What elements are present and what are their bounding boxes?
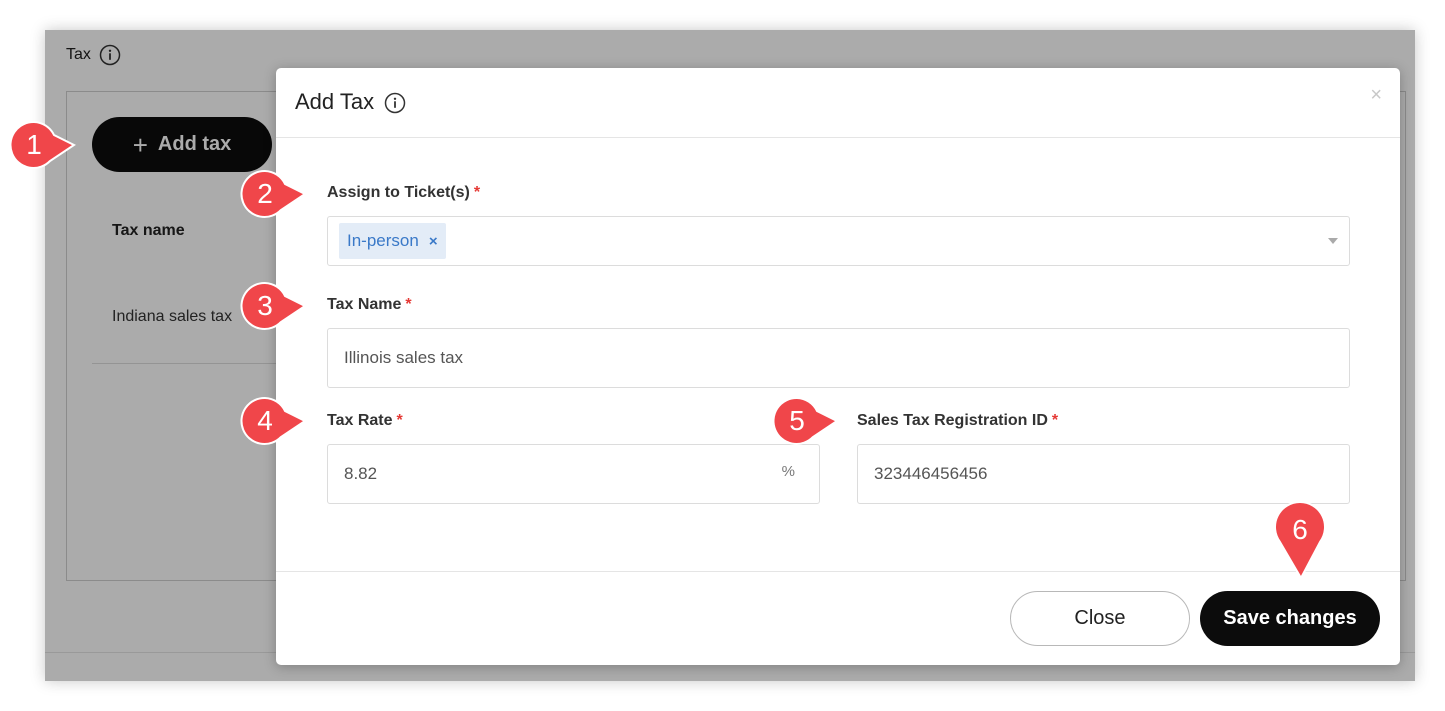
tax-name-label-text: Tax Name	[327, 296, 402, 313]
callout-2: 2	[240, 169, 307, 222]
app-screen: Tax + Add tax Tax name Indiana sales tax…	[45, 30, 1415, 681]
modal-title-text: Add Tax	[295, 89, 375, 114]
registration-id-input[interactable]: 323446456456	[857, 444, 1350, 504]
callout-6: 6	[1273, 500, 1327, 581]
required-marker: *	[405, 296, 412, 313]
callout-number: 6	[1292, 514, 1308, 545]
chip-remove-icon[interactable]: ×	[429, 233, 438, 250]
registration-id-label: Sales Tax Registration ID *	[857, 412, 1058, 430]
info-icon[interactable]	[384, 91, 406, 114]
tax-name-value: Illinois sales tax	[344, 348, 464, 367]
tax-name-input[interactable]: Illinois sales tax	[327, 328, 1350, 388]
tickets-label: Assign to Ticket(s) *	[327, 184, 480, 202]
modal-header: Add Tax ×	[276, 68, 1400, 138]
callout-3: 3	[240, 281, 307, 334]
tax-rate-value: 8.82	[344, 464, 378, 483]
callout-number: 4	[257, 405, 273, 436]
registration-id-label-text: Sales Tax Registration ID	[857, 412, 1048, 429]
tax-rate-label: Tax Rate *	[327, 412, 403, 430]
tax-name-label: Tax Name *	[327, 296, 412, 314]
callout-number: 2	[257, 178, 273, 209]
tax-rate-label-text: Tax Rate	[327, 412, 393, 429]
close-button[interactable]: Close	[1010, 591, 1190, 646]
required-marker: *	[1051, 412, 1059, 429]
callout-5: 5	[772, 396, 839, 449]
tax-rate-input[interactable]: 8.82 %	[327, 444, 820, 504]
add-tax-modal: Add Tax × Assign to Ticket(s) * In-person…	[276, 68, 1400, 665]
close-icon[interactable]: ×	[1370, 84, 1382, 107]
percent-unit: %	[781, 463, 795, 480]
tickets-label-text: Assign to Ticket(s)	[327, 184, 470, 201]
modal-title: Add Tax	[295, 89, 406, 115]
tickets-select[interactable]: In-person ×	[327, 216, 1350, 266]
required-marker: *	[396, 412, 403, 429]
required-marker: *	[473, 184, 481, 201]
callout-1: 1	[9, 120, 76, 173]
callout-number: 3	[257, 290, 273, 321]
registration-id-value: 323446456456	[874, 464, 988, 483]
chevron-down-icon[interactable]	[1328, 238, 1338, 244]
ticket-chip: In-person ×	[339, 223, 446, 259]
save-changes-button[interactable]: Save changes	[1200, 591, 1380, 646]
callout-number: 5	[789, 405, 805, 436]
modal-footer: Close Save changes	[276, 571, 1400, 665]
ticket-chip-label: In-person	[347, 231, 419, 250]
callout-4: 4	[240, 396, 307, 449]
callout-number: 1	[26, 129, 42, 160]
